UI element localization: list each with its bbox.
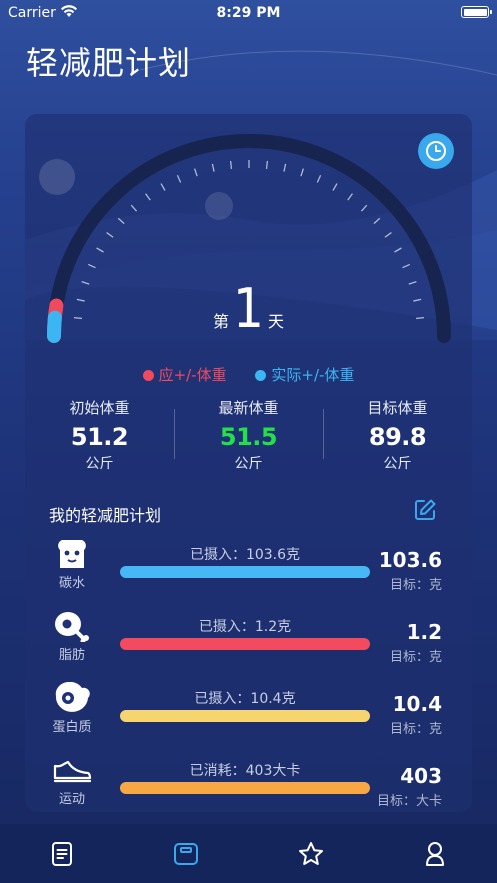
list-icon — [52, 841, 73, 866]
nutrient-target: 目标：克 — [389, 722, 442, 737]
gauge-tick — [96, 247, 104, 253]
nutrient-name: 碳水 — [58, 576, 85, 591]
clock-icon — [426, 141, 446, 161]
gauge-legend: 应+/-体重 实际+/-体重 — [25, 364, 472, 385]
gauge-tick — [193, 168, 198, 177]
gauge-tick — [283, 163, 287, 172]
nutrient-target: 目标：大卡 — [376, 794, 442, 809]
scale-tab[interactable] — [124, 824, 248, 883]
nutrient-intake: 已消耗：403大卡 — [189, 763, 301, 779]
nutrient-bar — [120, 638, 370, 650]
battery-icon — [461, 6, 492, 18]
nutrient-row-protein[interactable]: 蛋白质 已摄入：10.4克 10.4 目标：克 — [25, 682, 472, 752]
weight-unit: 公斤 — [234, 456, 263, 472]
initial-weight: 初始体重 51.2 公斤 — [25, 397, 174, 477]
steak-icon — [55, 682, 90, 712]
gauge-tick — [211, 163, 215, 172]
plan-title: 我的轻减肥计划 — [49, 506, 162, 525]
nutrient-target: 目标：克 — [389, 650, 442, 665]
meat-icon — [55, 612, 89, 642]
weight-value: 89.8 — [368, 423, 427, 451]
gauge-tick — [265, 160, 269, 169]
nutrient-intake: 已摄入：10.4克 — [194, 691, 296, 707]
nutrient-name: 蛋白质 — [52, 720, 92, 735]
gauge-tick — [130, 204, 138, 212]
target-weight[interactable]: 目标体重 89.8 公斤 — [323, 397, 472, 477]
star-icon — [298, 841, 323, 865]
nutrient-amount: 1.2 — [406, 620, 442, 644]
gauge-tick — [160, 183, 166, 191]
bread-icon — [58, 540, 86, 568]
clock: 8:29 PM — [216, 5, 281, 21]
nutrient-bar — [120, 782, 370, 794]
status-bar: Carrier 8:29 PM — [0, 0, 497, 26]
nutrient-name: 运动 — [58, 792, 85, 807]
gauge-tick — [145, 193, 151, 201]
gauge-tick — [394, 247, 402, 253]
gauge-tick — [373, 217, 381, 225]
gauge-tick — [384, 232, 392, 238]
gauge-tick — [402, 263, 411, 269]
weight-value: 51.5 — [219, 423, 278, 451]
nutrient-bar — [120, 566, 370, 578]
gauge-tick — [316, 174, 322, 183]
day-counter: 第1 天 — [25, 282, 472, 336]
page-title: 轻减肥计划 — [26, 44, 192, 82]
weight-label: 最新体重 — [218, 399, 279, 417]
gauge-tick — [117, 217, 125, 225]
legend-label: 应+/-体重 — [158, 366, 227, 384]
nutrient-amount: 403 — [400, 764, 442, 788]
nutrient-intake: 已摄入：1.2克 — [198, 619, 292, 635]
legend-expected: 应+/-体重 — [142, 364, 227, 385]
weight-label: 初始体重 — [69, 399, 130, 417]
gauge-tick — [332, 183, 338, 191]
plan-card: 第1 天 应+/-体重 实际+/-体重 初始体重 51.2 公斤 最新体重 51.… — [25, 114, 472, 812]
nutrient-row-exercise[interactable]: 运动 已消耗：403大卡 403 目标：大卡 — [25, 754, 472, 812]
weight-label: 目标体重 — [367, 399, 428, 417]
weight-summary: 初始体重 51.2 公斤 最新体重 51.5 公斤 目标体重 89.8 公斤 — [25, 397, 472, 477]
day-number: 1 — [233, 277, 264, 340]
nutrient-intake: 已摄入：103.6克 — [189, 547, 301, 563]
legend-label: 实际+/-体重 — [271, 366, 355, 384]
scale-icon — [174, 842, 199, 865]
day-prefix: 第 — [213, 312, 230, 331]
nutrient-row-carbs[interactable]: 碳水 已摄入：103.6克 103.6 目标：克 — [25, 538, 472, 608]
records-tab[interactable] — [0, 824, 124, 883]
nutrient-target: 目标：克 — [389, 578, 442, 593]
weight-unit: 公斤 — [85, 456, 114, 472]
legend-actual: 实际+/-体重 — [255, 364, 354, 385]
gauge-tick — [360, 204, 368, 212]
legend-dot — [142, 370, 154, 381]
history-button[interactable] — [418, 133, 454, 169]
latest-weight[interactable]: 最新体重 51.5 公斤 — [174, 397, 323, 477]
nutrient-row-fat[interactable]: 脂肪 已摄入：1.2克 1.2 目标：克 — [25, 610, 472, 680]
day-suffix: 天 — [267, 312, 284, 331]
shoe-icon — [53, 760, 92, 783]
edit-icon[interactable] — [413, 498, 437, 522]
profile-tab[interactable] — [373, 824, 497, 883]
nutrient-bar — [120, 710, 370, 722]
gauge-tick — [347, 193, 353, 201]
gauge-tick — [176, 174, 182, 183]
gauge-tick — [87, 263, 96, 269]
decor-bubble — [205, 192, 233, 220]
gauge-tick — [106, 232, 114, 238]
legend-dot — [255, 370, 267, 381]
weight-unit: 公斤 — [383, 456, 412, 472]
nutrient-amount: 103.6 — [378, 548, 442, 572]
favorites-tab[interactable] — [249, 824, 373, 883]
tab-bar — [0, 824, 497, 883]
nutrient-amount: 10.4 — [392, 692, 442, 716]
gauge-tick — [229, 160, 233, 169]
nutrient-name: 脂肪 — [58, 648, 85, 663]
person-icon — [425, 841, 444, 866]
weight-value: 51.2 — [70, 423, 129, 451]
decor-bubble — [39, 159, 75, 195]
gauge-tick — [300, 168, 305, 177]
